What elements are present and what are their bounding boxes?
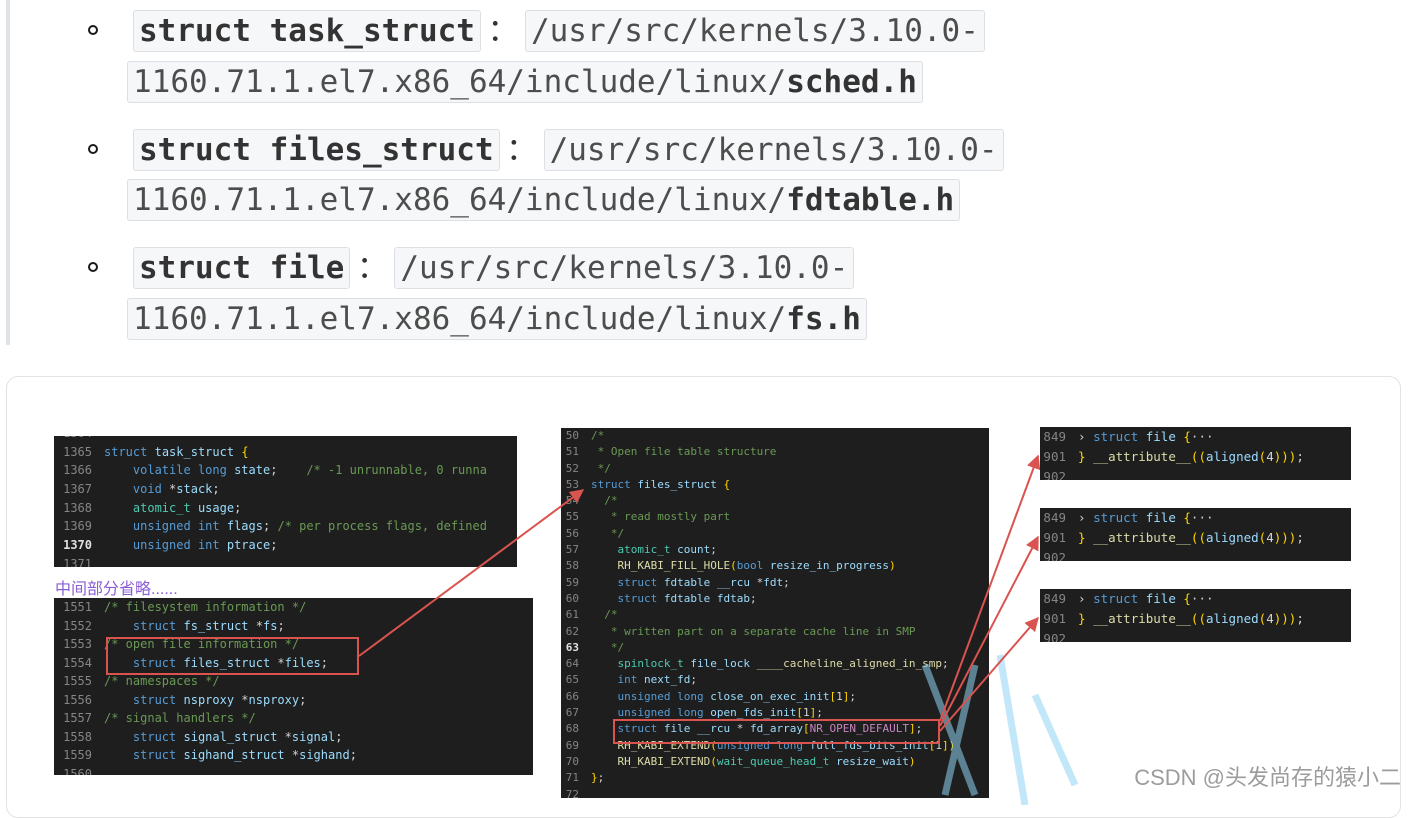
- watermark-text: CSDN @头发尚存的猿小二: [1134, 765, 1401, 790]
- arrow-files-to-files-struct: [358, 489, 585, 657]
- arrow-fd-array-to-file-2: [939, 535, 1039, 727]
- arrow-fd-array-to-file-3: [939, 616, 1039, 732]
- arrow-fd-array-to-file-1: [939, 454, 1041, 722]
- connector-arrows: [358, 454, 1041, 732]
